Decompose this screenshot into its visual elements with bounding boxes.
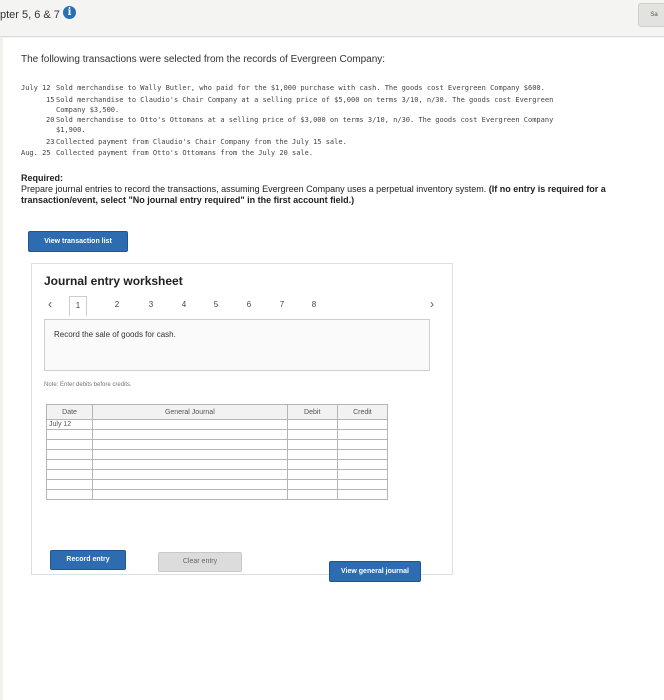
account-cell[interactable] <box>92 449 288 460</box>
transaction-text: Company $3,500. <box>56 106 120 114</box>
date-cell[interactable] <box>45 459 94 470</box>
entry-description-box: Record the sale of goods for cash. <box>44 319 430 371</box>
chapter-title: pter 5, 6 & 7 <box>0 9 60 21</box>
journal-table: Date General Journal Debit Credit July 1… <box>45 404 389 500</box>
problem-intro: The following transactions were selected… <box>21 54 386 65</box>
date-cell[interactable]: July 12 <box>45 419 94 430</box>
table-row <box>45 469 389 480</box>
date-cell[interactable] <box>45 489 94 500</box>
date-column-header: Date <box>45 404 94 420</box>
account-cell[interactable] <box>92 439 288 450</box>
table-row <box>45 479 389 490</box>
debit-cell[interactable] <box>286 429 338 440</box>
required-instructions: Prepare journal entries to record the tr… <box>21 184 487 194</box>
account-cell[interactable] <box>92 489 288 500</box>
debit-cell[interactable] <box>286 419 338 430</box>
transaction-text: $1,900. <box>56 126 86 134</box>
date-cell[interactable] <box>45 439 94 450</box>
transaction-text: Sold merchandise to Claudio's Chair Comp… <box>56 96 554 104</box>
date-cell[interactable] <box>45 469 94 480</box>
transaction-text: Sold merchandise to Wally Butler, who pa… <box>56 84 545 92</box>
table-row <box>45 459 389 470</box>
table-row <box>45 439 389 450</box>
page-tab-3[interactable]: 3 <box>143 300 159 309</box>
credit-column-header: Credit <box>336 404 389 420</box>
table-row <box>45 489 389 500</box>
account-cell[interactable] <box>92 469 288 480</box>
question-panel: The following transactions were selected… <box>3 38 664 700</box>
credit-cell[interactable] <box>336 479 389 490</box>
credit-cell[interactable] <box>336 439 389 450</box>
account-cell[interactable] <box>92 419 288 430</box>
page-tab-2[interactable]: 2 <box>109 300 125 309</box>
account-cell[interactable] <box>92 459 288 470</box>
chevron-left-icon[interactable]: ‹ <box>48 297 52 311</box>
debit-cell[interactable] <box>286 439 338 450</box>
debit-cell[interactable] <box>286 489 338 500</box>
transaction-date: 23 <box>46 138 55 146</box>
debit-credit-note: Note: Enter debits before credits. <box>44 382 132 388</box>
account-cell[interactable] <box>92 429 288 440</box>
table-row <box>45 449 389 460</box>
page-tab-4[interactable]: 4 <box>176 300 192 309</box>
required-text: Prepare journal entries to record the tr… <box>21 184 641 206</box>
worksheet-pager: ‹ 1 2 3 4 5 6 7 8 › <box>44 296 446 318</box>
credit-cell[interactable] <box>336 449 389 460</box>
chevron-right-icon[interactable]: › <box>430 297 434 311</box>
credit-cell[interactable] <box>336 429 389 440</box>
info-icon[interactable]: i <box>63 6 76 19</box>
page-tab-1[interactable]: 1 <box>69 296 87 317</box>
table-row <box>45 429 389 440</box>
page-tab-7[interactable]: 7 <box>274 300 290 309</box>
credit-cell[interactable] <box>336 469 389 480</box>
table-row: July 12 <box>45 419 389 430</box>
debit-cell[interactable] <box>286 479 338 490</box>
debit-cell[interactable] <box>286 469 338 480</box>
date-cell[interactable] <box>45 429 94 440</box>
save-button[interactable]: Sa <box>638 3 664 27</box>
credit-cell[interactable] <box>336 419 389 430</box>
required-label: Required: <box>21 173 64 183</box>
view-general-journal-button[interactable]: View general journal <box>329 561 421 582</box>
debit-cell[interactable] <box>286 459 338 470</box>
account-cell[interactable] <box>92 479 288 490</box>
date-cell[interactable] <box>45 479 94 490</box>
transaction-text: Collected payment from Claudio's Chair C… <box>56 138 347 146</box>
page-tab-6[interactable]: 6 <box>241 300 257 309</box>
credit-cell[interactable] <box>336 489 389 500</box>
transaction-date: July 12 <box>21 84 51 92</box>
record-entry-button[interactable]: Record entry <box>50 550 126 570</box>
page-tab-8[interactable]: 8 <box>306 300 322 309</box>
journal-worksheet: Journal entry worksheet ‹ 1 2 3 4 5 6 7 … <box>31 263 453 582</box>
debit-column-header: Debit <box>286 404 338 420</box>
view-transaction-list-button[interactable]: View transaction list <box>28 231 128 252</box>
transaction-date: 15 <box>46 96 55 104</box>
top-bar: pter 5, 6 & 7 i Sa <box>0 0 664 37</box>
account-column-header: General Journal <box>92 404 288 420</box>
worksheet-title: Journal entry worksheet <box>44 274 183 288</box>
date-cell[interactable] <box>45 449 94 460</box>
clear-entry-button[interactable]: Clear entry <box>158 552 242 572</box>
page-tab-5[interactable]: 5 <box>208 300 224 309</box>
transaction-text: Sold merchandise to Otto's Ottomans at a… <box>56 116 554 124</box>
transaction-date: 20 <box>46 116 55 124</box>
credit-cell[interactable] <box>336 459 389 470</box>
transaction-date: Aug. 25 <box>21 149 51 157</box>
entry-description: Record the sale of goods for cash. <box>54 330 176 339</box>
transaction-text: Collected payment from Otto's Ottomans f… <box>56 149 314 157</box>
debit-cell[interactable] <box>286 449 338 460</box>
